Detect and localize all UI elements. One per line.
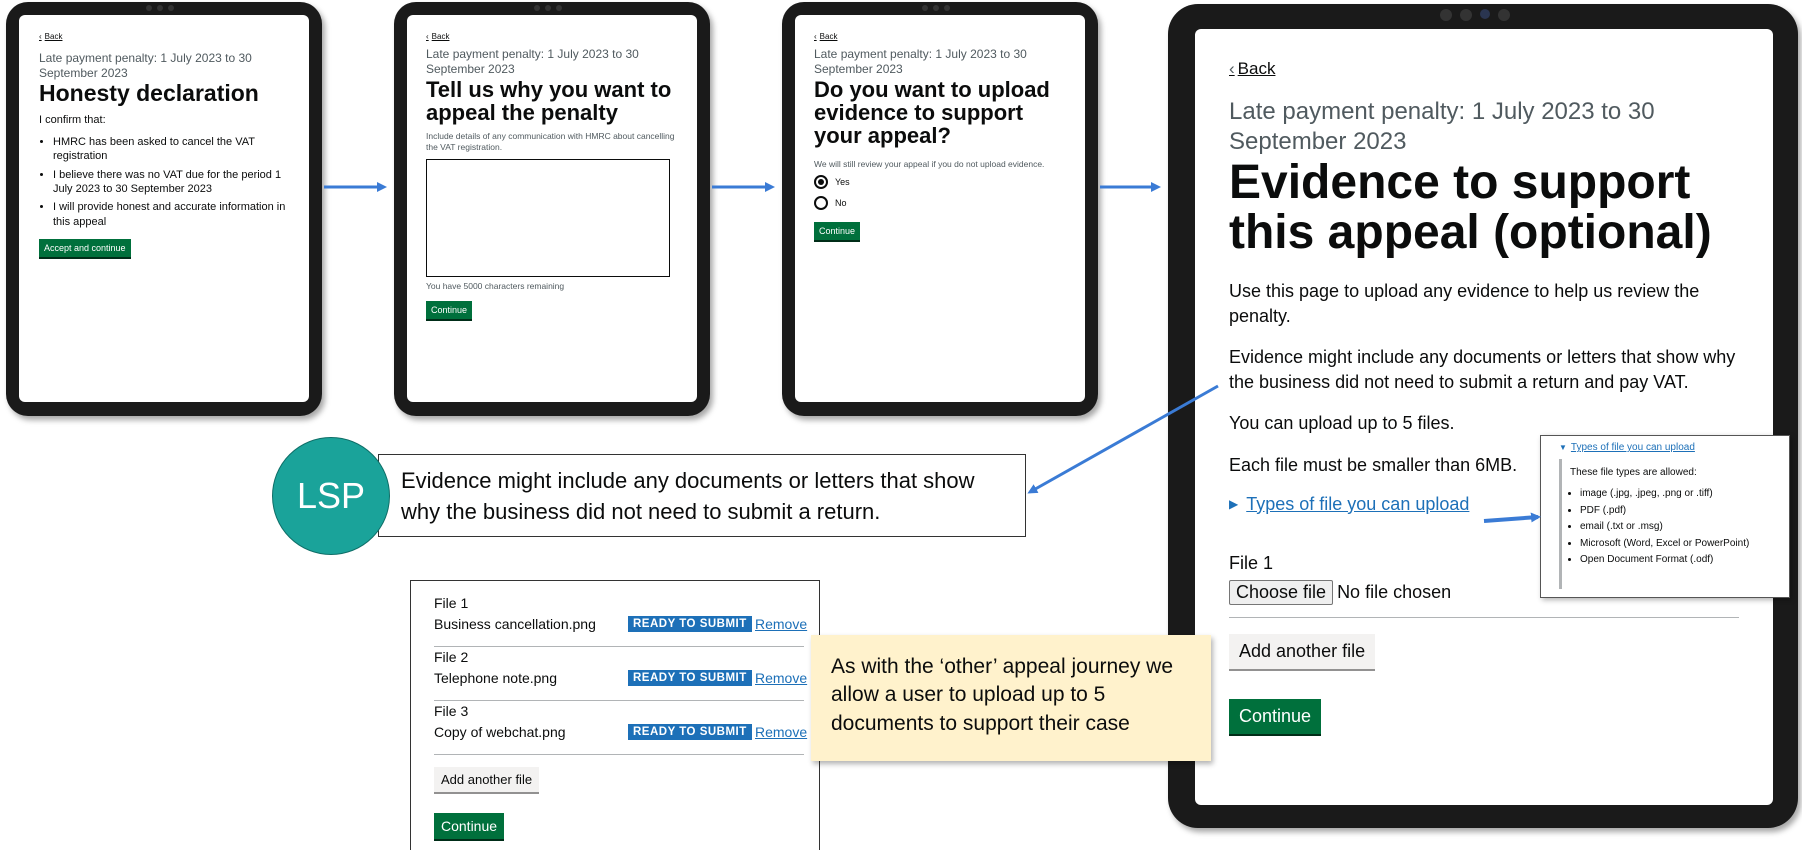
chevron-left-icon: ‹ (814, 32, 817, 41)
status-badge: READY TO SUBMIT (628, 616, 752, 632)
radio-selected-icon (814, 175, 828, 190)
triangle-right-icon: ▶ (1229, 497, 1239, 512)
continue-button[interactable]: Continue (1229, 698, 1322, 734)
sticky-note-text: As with the ‘other’ appeal journey we al… (831, 655, 1174, 735)
list-item: I will provide honest and accurate infor… (53, 200, 293, 229)
screen-honesty-declaration: ‹ Back Late payment penalty: 1 July 2023 … (19, 15, 309, 402)
screen-why-appeal: ‹ Back Late payment penalty: 1 July 2023 … (407, 15, 697, 402)
back-link[interactable]: ‹ Back (39, 32, 293, 41)
file-row: File 1 Business cancellation.png READY T… (434, 595, 807, 647)
remove-link[interactable]: Remove (755, 670, 807, 686)
declaration-list: HMRC has been asked to cancel the VAT re… (39, 135, 293, 229)
file-types-popup: ▼ Types of file you can upload These fil… (1540, 435, 1790, 598)
triangle-down-icon: ▼ (1559, 443, 1567, 452)
list-item: email (.txt or .msg) (1580, 521, 1785, 534)
tablet-frame-1: ‹ Back Late payment penalty: 1 July 2023 … (6, 2, 322, 416)
screen-upload-choice: ‹ Back Late payment penalty: 1 July 2023 … (795, 15, 1085, 402)
list-item: HMRC has been asked to cancel the VAT re… (53, 135, 293, 164)
page-caption: Late payment penalty: 1 July 2023 to 30 … (39, 51, 252, 80)
file-row: File 3 Copy of webchat.png READY TO SUBM… (434, 703, 807, 755)
tablet-frame-2: ‹ Back Late payment penalty: 1 July 2023 … (394, 2, 710, 416)
file-label: File 3 (434, 703, 469, 719)
file-types-summary-link[interactable]: Types of file you can upload (1571, 442, 1695, 453)
radio-yes[interactable]: Yes (814, 175, 1069, 190)
list-item: I believe there was no VAT due for the p… (53, 168, 293, 197)
radio-no[interactable]: No (814, 196, 1069, 211)
body-paragraph: Use this page to upload any evidence to … (1229, 280, 1700, 326)
screen-evidence-upload: ‹ Back Late payment penalty: 1 July 2023 … (1195, 29, 1773, 805)
page-caption: Late payment penalty: 1 July 2023 to 30 … (426, 47, 639, 76)
back-link[interactable]: ‹ Back (814, 32, 1069, 41)
hint-text: Include details of any communication wit… (426, 131, 675, 153)
remove-link[interactable]: Remove (755, 616, 807, 632)
status-badge: READY TO SUBMIT (628, 670, 752, 686)
status-badge: READY TO SUBMIT (628, 724, 752, 740)
list-item: Microsoft (Word, Excel or PowerPoint) (1580, 538, 1785, 551)
file-row: File 2 Telephone note.png READY TO SUBMI… (434, 649, 807, 701)
chevron-left-icon: ‹ (1229, 59, 1235, 78)
body-paragraph: You can upload up to 5 files. (1229, 413, 1455, 434)
file-types-summary-link[interactable]: Types of file you can upload (1246, 494, 1469, 515)
hint-text: We will still review your appeal if you … (814, 159, 1045, 170)
divider (1229, 616, 1739, 618)
page-title: Honesty declaration (39, 80, 259, 106)
back-link[interactable]: ‹ Back (1229, 59, 1743, 79)
lsp-badge: LSP (272, 437, 390, 555)
radio-unselected-icon (814, 196, 828, 211)
popup-intro: These file types are allowed: (1570, 467, 1697, 478)
sticky-note: As with the ‘other’ appeal journey we al… (811, 635, 1211, 761)
add-another-file-button[interactable]: Add another file (434, 767, 540, 792)
list-item: image (.jpg, .jpeg, .png or .tiff) (1580, 488, 1785, 501)
tablet-frame-4: ‹ Back Late payment penalty: 1 July 2023 … (1168, 4, 1798, 828)
file-types-list: image (.jpg, .jpeg, .png or .tiff) PDF (… (1570, 488, 1785, 567)
page-caption: Late payment penalty: 1 July 2023 to 30 … (1229, 98, 1655, 156)
accept-continue-button[interactable]: Accept and continue (39, 238, 131, 257)
back-link[interactable]: ‹ Back (426, 32, 681, 41)
chevron-left-icon: ‹ (426, 32, 429, 41)
uploaded-files-panel: File 1 Business cancellation.png READY T… (410, 580, 820, 850)
continue-button[interactable]: Continue (426, 301, 473, 320)
page-title: Tell us why you want to appeal the penal… (426, 77, 672, 126)
add-another-file-button[interactable]: Add another file (1229, 633, 1376, 669)
page-title: Do you want to upload evidence to suppor… (814, 77, 1050, 149)
list-item: PDF (.pdf) (1580, 505, 1785, 518)
tablet-frame-3: ‹ Back Late payment penalty: 1 July 2023 … (782, 2, 1098, 416)
file-label: File 2 (434, 649, 469, 665)
remove-link[interactable]: Remove (755, 724, 807, 740)
continue-button[interactable]: Continue (434, 813, 505, 839)
continue-button[interactable]: Continue (814, 222, 861, 241)
lsp-note-text: Evidence might include any documents or … (401, 468, 975, 524)
no-file-text: No file chosen (1337, 581, 1452, 602)
body-paragraph: Evidence might include any documents or … (1229, 347, 1736, 393)
lsp-badge-label: LSP (296, 475, 366, 516)
list-item: Open Document Format (.odf) (1580, 554, 1785, 567)
file-label: File 1 (434, 595, 469, 611)
chevron-left-icon: ‹ (39, 32, 42, 41)
character-count: You have 5000 characters remaining (426, 281, 565, 292)
intro-text: I confirm that: (39, 114, 106, 127)
reason-textarea[interactable] (426, 159, 670, 278)
page-caption: Late payment penalty: 1 July 2023 to 30 … (814, 47, 1027, 76)
choose-file-button[interactable]: Choose file (1229, 579, 1334, 605)
page-title: Evidence to support this appeal (optiona… (1229, 155, 1712, 260)
lsp-note-box: Evidence might include any documents or … (378, 454, 1026, 537)
